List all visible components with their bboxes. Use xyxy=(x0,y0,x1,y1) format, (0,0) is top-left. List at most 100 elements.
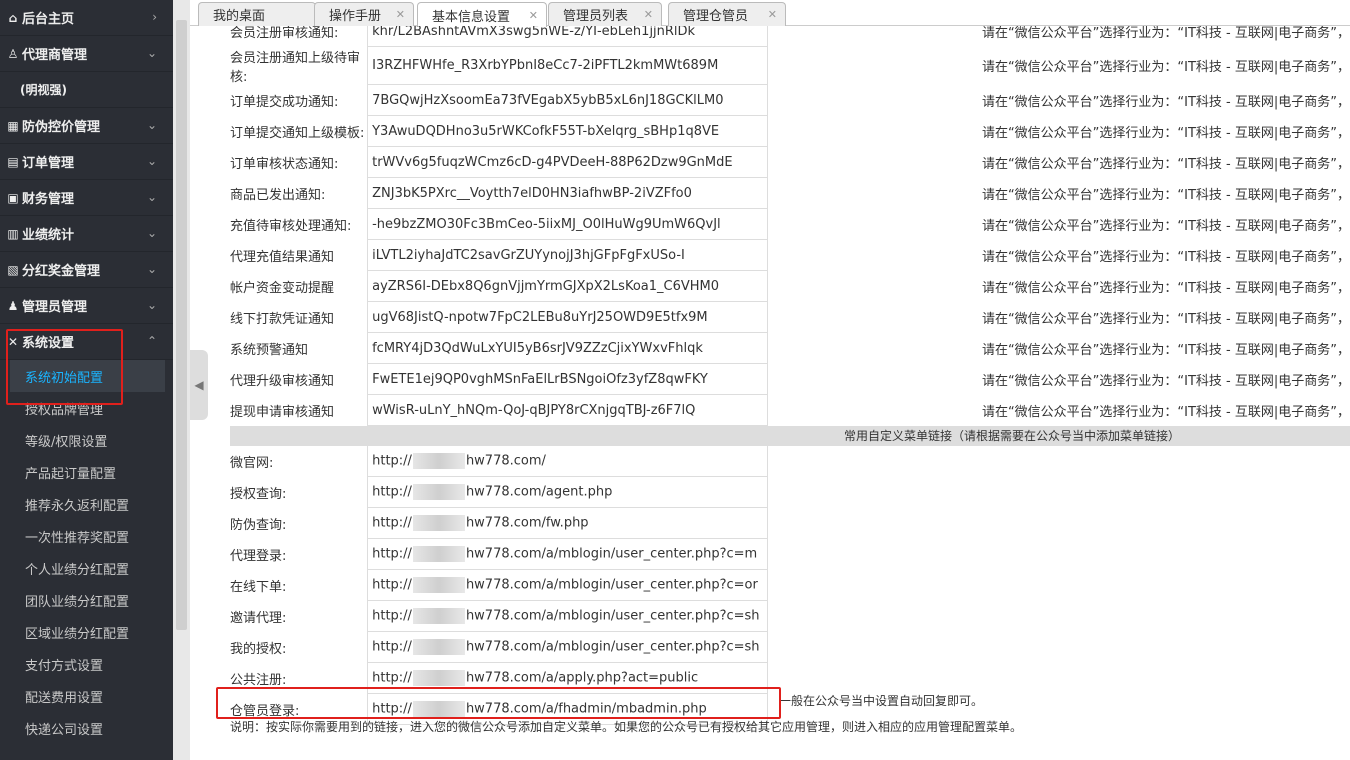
tab-manual[interactable]: 操作手册 ✕ xyxy=(314,2,414,26)
blurred-domain xyxy=(412,484,465,500)
link-row: 邀请代理: http:// hw778.com/a/mblogin/user_cen… xyxy=(230,600,1350,632)
link-value: http:// hw778.com/a/mblogin/user_center.p… xyxy=(372,608,764,624)
link-input[interactable]: http:// hw778.com/agent.php xyxy=(367,476,768,508)
link-label: 在线下单: xyxy=(230,579,287,595)
sidebar-item-orders[interactable]: ▤ 订单管理 ⌄ xyxy=(0,144,173,180)
close-icon[interactable]: ✕ xyxy=(644,8,653,21)
template-id-input[interactable]: khr/L2BAshntAVmX3swg5nWE-z/YI-ebLeh1jjnR… xyxy=(367,26,768,47)
link-suffix: hw778.com/a/fhadmin/mbadmin.php xyxy=(465,701,707,717)
template-id-input[interactable]: ugV68JistQ-npotw7FpC2LEBu8uYrJ25OWD9E5tf… xyxy=(367,301,768,333)
blurred-domain xyxy=(412,546,465,562)
sidebar-item-stats[interactable]: ▥ 业绩统计 ⌄ xyxy=(0,216,173,252)
sidebar-item-bonus[interactable]: ▧ 分红奖金管理 ⌄ xyxy=(0,252,173,288)
link-input[interactable]: http:// hw778.com/a/mblogin/user_center.p… xyxy=(367,600,768,632)
link-note xyxy=(767,663,1350,694)
template-id-value: ayZRS6I-DEbx8Q6gnVjjmYrmGJXpX2LsKoa1_C6V… xyxy=(372,278,720,294)
close-icon[interactable]: ✕ xyxy=(529,9,538,22)
template-note: 请在“微信公众平台”选择行业为：“IT科技 - 互联网|电子商务”， xyxy=(981,94,1350,110)
blurred-domain xyxy=(412,701,465,717)
sidebar-subitem-payment[interactable]: 支付方式设置 xyxy=(0,648,173,680)
template-id-input[interactable]: Y3AwuDQDHno3u5rWKCofkF55T-bXelqrg_sBHp1q… xyxy=(367,115,768,147)
tab-desktop[interactable]: 我的桌面 xyxy=(198,2,316,26)
close-icon[interactable]: ✕ xyxy=(396,8,405,21)
template-id-input[interactable]: -he9bzZMO30Fc3BmCeo-5iixMJ_O0lHuWg9UmW6Q… xyxy=(367,208,768,240)
sidebar-subitem-rebate[interactable]: 推荐永久返利配置 xyxy=(0,488,173,520)
user-icon: ♙ xyxy=(7,46,19,61)
template-id-input[interactable]: FwETE1ej9QP0vghMSnFaElLrBSNgoiOfz3yfZ8qw… xyxy=(367,363,768,395)
template-id-input[interactable]: 7BGQwjHzXsoomEa73fVEgabX5ybB5xL6nJ18GCKl… xyxy=(367,84,768,116)
template-row: 提现申请审核通知 wWisR-uLnY_hNQm-QoJ-qBJPY8rCXnjg… xyxy=(230,394,1350,426)
template-row: 订单审核状态通知: trWVv6g5fuqzWCmz6cD-g4PVDeeH-88… xyxy=(230,146,1350,178)
link-suffix: hw778.com/a/mblogin/user_center.php?c=or xyxy=(465,577,758,593)
template-id-value: trWVv6g5fuqzWCmz6cD-g4PVDeeH-88P62Dzw9Gn… xyxy=(372,154,733,170)
link-input[interactable]: http:// hw778.com/a/apply.php?act=public xyxy=(367,662,768,694)
tab-warehouse-admin[interactable]: 管理仓管员 ✕ xyxy=(668,2,786,26)
template-row: 帐户资金变动提醒 ayZRS6I-DEbx8Q6gnVjjmYrmGJXpX2Ls… xyxy=(230,270,1350,302)
template-id-value: Y3AwuDQDHno3u5rWKCofkF55T-bXelqrg_sBHp1q… xyxy=(372,123,720,139)
link-prefix: http:// xyxy=(372,546,412,562)
template-id-value: -he9bzZMO30Fc3BmCeo-5iixMJ_O0lHuWg9UmW6Q… xyxy=(372,216,721,232)
template-label: 订单提交成功通知: xyxy=(230,94,339,110)
sidebar-item-anti-fake[interactable]: ▦ 防伪控价管理 ⌄ xyxy=(0,108,173,144)
tab-basic-settings[interactable]: 基本信息设置 ✕ xyxy=(417,2,547,27)
sidebar-subitem-shipping[interactable]: 配送费用设置 xyxy=(0,680,173,712)
link-input[interactable]: http:// hw778.com/a/mblogin/user_center.p… xyxy=(367,569,768,601)
chevron-down-icon: ⌄ xyxy=(146,154,157,168)
template-note: 请在“微信公众平台”选择行业为：“IT科技 - 互联网|电子商务”， xyxy=(981,60,1350,75)
link-value: http:// hw778.com/a/mblogin/user_center.p… xyxy=(372,577,764,593)
template-id-input[interactable]: fcMRY4jD3QdWuLxYUI5yB6srJV9ZZzCjixYWxvFh… xyxy=(367,332,768,364)
template-id-value: khr/L2BAshntAVmX3swg5nWE-z/YI-ebLeh1jjnR… xyxy=(372,26,696,39)
tab-admin-list[interactable]: 管理员列表 ✕ xyxy=(548,2,662,26)
link-value: http:// hw778.com/a/fhadmin/mbadmin.php xyxy=(372,701,764,717)
template-id-value: FwETE1ej9QP0vghMSnFaElLrBSNgoiOfz3yfZ8qw… xyxy=(372,371,708,387)
collapse-sidebar-button[interactable]: ◀ xyxy=(190,350,208,420)
template-id-input[interactable]: iLVTL2iyhaJdTC2savGrZUYynojJ3hjGFpFgFxUS… xyxy=(367,239,768,271)
template-id-input[interactable]: I3RZHFWHfe_R3XrbYPbnI8eCc7-2iPFTL2kmMWt6… xyxy=(367,46,768,85)
sidebar-subitem-brand[interactable]: 授权品牌管理 xyxy=(0,392,173,424)
template-row: 会员注册通知上级待审核: I3RZHFWHfe_R3XrbYPbnI8eCc7-2… xyxy=(230,46,1350,85)
template-label: 帐户资金变动提醒 xyxy=(230,280,335,296)
sidebar-item-admin[interactable]: ♟ 管理员管理 ⌄ xyxy=(0,288,173,324)
sidebar-subitem-personal[interactable]: 个人业绩分红配置 xyxy=(0,552,173,584)
sidebar-item-finance[interactable]: ▣ 财务管理 ⌄ xyxy=(0,180,173,216)
link-row: 代理登录: http:// hw778.com/a/mblogin/user_cen… xyxy=(230,538,1350,570)
template-id-input[interactable]: trWVv6g5fuqzWCmz6cD-g4PVDeeH-88P62Dzw9Gn… xyxy=(367,146,768,178)
template-label: 代理升级审核通知 xyxy=(230,373,335,389)
scrollbar-thumb[interactable] xyxy=(176,20,187,630)
link-note xyxy=(767,539,1350,570)
sidebar-scrollbar[interactable] xyxy=(173,0,190,760)
template-row: 代理升级审核通知 FwETE1ej9QP0vghMSnFaElLrBSNgoiOf… xyxy=(230,363,1350,395)
sidebar-subitem-system-init[interactable]: 系统初始配置 xyxy=(10,360,165,392)
sidebar-subitem-referral[interactable]: 一次性推荐奖配置 xyxy=(0,520,173,552)
template-id-input[interactable]: ayZRS6I-DEbx8Q6gnVjjmYrmGJXpX2LsKoa1_C6V… xyxy=(367,270,768,302)
template-id-input[interactable]: wWisR-uLnY_hNQm-QoJ-qBJPY8rCXnjgqTBJ-z6F… xyxy=(367,394,768,426)
template-row: 会员注册审核通知: khr/L2BAshntAVmX3swg5nWE-z/YI-e… xyxy=(230,26,1350,47)
link-input[interactable]: http:// hw778.com/ xyxy=(367,445,768,477)
link-input[interactable]: http:// hw778.com/a/mblogin/user_center.p… xyxy=(367,631,768,663)
template-label: 订单提交通知上级模板: xyxy=(230,125,365,141)
sidebar-subitem-express[interactable]: 快递公司设置 xyxy=(0,712,173,744)
sidebar-item-home[interactable]: ⌂ 后台主页 › xyxy=(0,0,173,36)
link-input[interactable]: http:// hw778.com/fw.php xyxy=(367,507,768,539)
close-icon[interactable]: ✕ xyxy=(768,8,777,21)
link-suffix: hw778.com/a/mblogin/user_center.php?c=sh xyxy=(465,608,760,624)
blurred-domain xyxy=(412,577,465,593)
link-prefix: http:// xyxy=(372,515,412,531)
sidebar-subitem-team[interactable]: 团队业绩分红配置 xyxy=(0,584,173,616)
sidebar-item-system[interactable]: ✕ 系统设置 ⌃ xyxy=(0,324,173,360)
sidebar-subitem-level[interactable]: 等级/权限设置 xyxy=(0,424,173,456)
sidebar-subitem-agent-name[interactable]: (明视强) xyxy=(0,72,173,108)
template-id-input[interactable]: ZNJ3bK5PXrc__Voytth7elD0HN3iafhwBP-2iVZF… xyxy=(367,177,768,209)
template-note: 请在“微信公众平台”选择行业为：“IT科技 - 互联网|电子商务”， xyxy=(981,156,1350,172)
link-input[interactable]: http:// hw778.com/a/mblogin/user_center.p… xyxy=(367,538,768,570)
link-suffix: hw778.com/agent.php xyxy=(465,484,613,500)
sidebar-subitem-moq[interactable]: 产品起订量配置 xyxy=(0,456,173,488)
link-value: http:// hw778.com/ xyxy=(372,453,764,469)
sidebar-item-agent[interactable]: ♙ 代理商管理 ⌄ xyxy=(0,36,173,72)
chevron-down-icon: ⌄ xyxy=(146,262,157,276)
sidebar: ⌂ 后台主页 › ♙ 代理商管理 ⌄ (明视强) ▦ 防伪控价管理 ⌄ ▤ 订单… xyxy=(0,0,173,760)
link-prefix: http:// xyxy=(372,577,412,593)
link-value: http:// hw778.com/fw.php xyxy=(372,515,764,531)
link-label: 邀请代理: xyxy=(230,610,287,626)
sidebar-subitem-region[interactable]: 区域业绩分红配置 xyxy=(0,616,173,648)
